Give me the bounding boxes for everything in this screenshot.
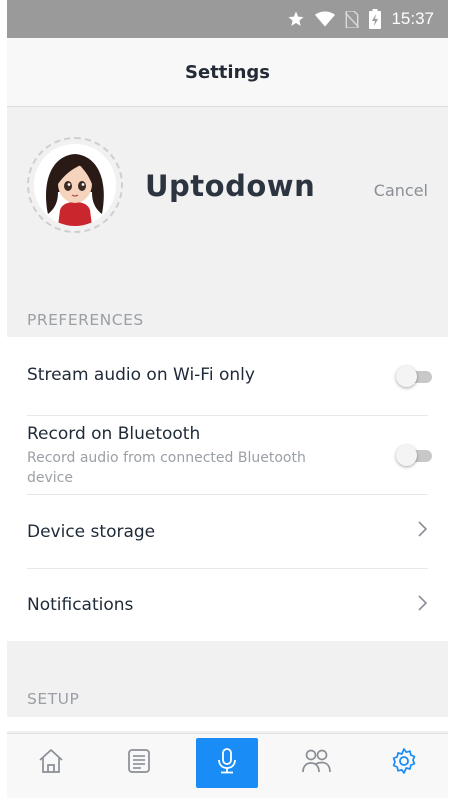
page-title: Settings — [185, 61, 270, 83]
profile-username: Uptodown — [145, 169, 316, 203]
notes-icon — [124, 746, 154, 780]
setting-stream-wifi-only[interactable]: Stream audio on Wi-Fi only — [27, 337, 432, 416]
preferences-section-header: PREFERENCES — [7, 297, 448, 337]
settings-icon — [389, 746, 419, 780]
toggle-thumb — [396, 445, 417, 466]
nav-people[interactable] — [285, 738, 347, 788]
wifi-icon — [315, 11, 336, 27]
preferences-header-label: PREFERENCES — [27, 311, 144, 329]
setup-list — [7, 717, 448, 731]
setup-header-label: SETUP — [27, 690, 80, 708]
setting-notifications[interactable]: Notifications — [27, 569, 428, 641]
microphone-icon — [212, 746, 242, 780]
setting-title: Notifications — [27, 595, 134, 615]
toggle-thumb — [396, 366, 417, 387]
avatar — [34, 144, 116, 226]
setting-device-storage[interactable]: Device storage — [27, 495, 428, 569]
no-sim-icon — [345, 10, 360, 28]
clock: 15:37 — [391, 9, 434, 28]
nav-notes[interactable] — [108, 738, 170, 788]
stream-wifi-toggle[interactable] — [396, 365, 434, 387]
nav-record[interactable] — [196, 738, 259, 788]
nav-home[interactable] — [20, 738, 82, 788]
avatar-frame[interactable] — [27, 137, 123, 233]
chevron-right-icon — [416, 519, 428, 543]
chevron-right-icon — [416, 593, 428, 617]
setting-title: Stream audio on Wi-Fi only — [27, 365, 255, 385]
preferences-list: Stream audio on Wi-Fi only Record on Blu… — [7, 337, 448, 641]
nav-settings[interactable] — [373, 738, 435, 788]
record-bluetooth-toggle[interactable] — [396, 444, 434, 466]
battery-charging-icon — [369, 9, 382, 29]
profile-section: Uptodown Cancel — [7, 107, 448, 297]
cancel-button[interactable]: Cancel — [374, 181, 428, 200]
setting-title: Record on Bluetooth — [27, 424, 201, 444]
setup-section-header: SETUP — [7, 676, 448, 716]
setting-record-bluetooth[interactable]: Record on Bluetooth Record audio from co… — [27, 416, 432, 495]
bottom-nav — [7, 733, 448, 792]
home-icon — [36, 746, 66, 780]
setting-title: Device storage — [27, 522, 156, 542]
status-bar: 15:37 — [7, 0, 448, 38]
bottom-edge — [7, 791, 448, 798]
people-icon — [300, 746, 332, 780]
star-icon — [287, 10, 305, 28]
setting-subtitle: Record audio from connected Bluetooth de… — [27, 450, 306, 486]
title-bar: Settings — [7, 38, 448, 107]
app-screen: 15:37 Settings Uptodown Cancel PREFERENC… — [0, 0, 455, 800]
